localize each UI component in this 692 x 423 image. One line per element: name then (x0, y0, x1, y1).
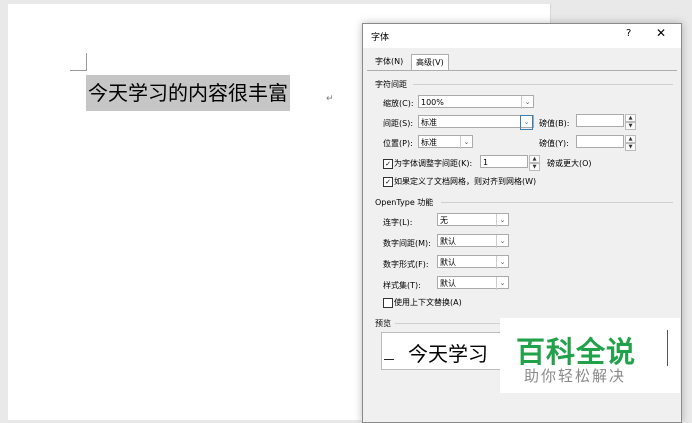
kerning-checkbox[interactable]: ✓ (383, 159, 393, 169)
paragraph-mark: ↵ (326, 94, 334, 104)
grid-label: 如果定义了文档网格，则对齐到网格(W) (394, 177, 537, 186)
section-opentype: OpenType 功能 (375, 198, 434, 207)
spin-up-icon[interactable]: ▲ (625, 135, 636, 143)
chevron-down-icon[interactable]: ⌄ (520, 115, 533, 130)
position-select[interactable]: 标准 ⌄ (418, 135, 473, 149)
chevron-down-icon[interactable]: ⌄ (460, 136, 472, 149)
ligatures-value: 无 (440, 216, 448, 225)
position-pts-spinner[interactable]: ▲ ▼ (625, 135, 636, 151)
number-spacing-label: 数字间距(M): (383, 239, 431, 248)
kerning-input[interactable]: 1 (480, 155, 528, 168)
contextual-checkbox[interactable] (383, 298, 393, 308)
number-forms-select[interactable]: 默认 ⌄ (437, 255, 509, 269)
tab-divider (367, 70, 677, 71)
stylistic-sets-value: 默认 (440, 279, 456, 288)
dialog-title: 字体 (371, 33, 390, 43)
spin-down-icon[interactable]: ▼ (529, 163, 540, 171)
stylistic-sets-select[interactable]: 默认 ⌄ (437, 276, 509, 290)
position-value: 标准 (421, 138, 437, 147)
chevron-down-icon[interactable]: ⌄ (496, 277, 508, 290)
watermark-subtitle: 助你轻松解决 (524, 367, 627, 385)
kerning-label: 为字体调整字间距(K): (394, 159, 473, 168)
chevron-down-icon[interactable]: ⌄ (496, 214, 508, 227)
kerning-spinner[interactable]: ▲ ▼ (529, 155, 540, 171)
grid-checkbox[interactable]: ✓ (383, 177, 393, 187)
number-spacing-value: 默认 (440, 237, 456, 246)
spin-down-icon[interactable]: ▼ (625, 122, 636, 130)
dialog-titlebar: 字体 ? ✕ (363, 24, 681, 48)
spacing-pts-input[interactable] (576, 114, 624, 127)
ligatures-label: 连字(L): (383, 218, 413, 227)
preview-baseline (384, 359, 394, 360)
kerning-suffix: 磅或更大(O) (547, 159, 592, 168)
spin-down-icon[interactable]: ▼ (625, 143, 636, 151)
contextual-label: 使用上下文替换(A) (394, 298, 462, 307)
spacing-label: 间距(S): (383, 119, 414, 128)
section-divider (441, 202, 673, 203)
section-preview: 预览 (375, 319, 391, 328)
number-spacing-select[interactable]: 默认 ⌄ (437, 234, 509, 248)
stylistic-sets-label: 样式集(T): (383, 281, 421, 290)
margin-guide (86, 53, 87, 70)
scale-label: 缩放(C): (383, 99, 414, 108)
spacing-select[interactable]: 标准 ⌄ (418, 115, 534, 130)
spin-up-icon[interactable]: ▲ (529, 155, 540, 163)
section-divider (413, 84, 673, 85)
spacing-value: 标准 (421, 118, 437, 127)
help-button[interactable]: ? (626, 28, 631, 39)
spin-up-icon[interactable]: ▲ (625, 114, 636, 122)
preview-text: 今天学习 (408, 342, 488, 366)
chevron-down-icon[interactable]: ⌄ (496, 235, 508, 248)
position-label: 位置(P): (383, 139, 413, 148)
ligatures-select[interactable]: 无 ⌄ (437, 213, 509, 227)
section-char-spacing: 字符间距 (375, 80, 407, 89)
tab-font[interactable]: 字体(N) (371, 54, 407, 70)
chevron-down-icon[interactable]: ⌄ (521, 96, 533, 109)
number-forms-value: 默认 (440, 258, 456, 267)
close-icon[interactable]: ✕ (656, 26, 666, 40)
spacing-pts-label: 磅值(B): (539, 119, 570, 128)
scale-value: 100% (421, 98, 444, 107)
margin-guide (70, 70, 87, 71)
chevron-down-icon[interactable]: ⌄ (496, 256, 508, 269)
position-pts-input[interactable] (576, 135, 624, 148)
tab-advanced[interactable]: 高级(V) (411, 54, 449, 71)
spacing-pts-spinner[interactable]: ▲ ▼ (625, 114, 636, 130)
position-pts-label: 磅值(Y): (539, 139, 569, 148)
preview-edge (667, 330, 668, 366)
scale-select[interactable]: 100% ⌄ (418, 95, 534, 109)
number-forms-label: 数字形式(F): (383, 260, 429, 269)
selected-text[interactable]: 今天学习的内容很丰富 (86, 75, 290, 111)
